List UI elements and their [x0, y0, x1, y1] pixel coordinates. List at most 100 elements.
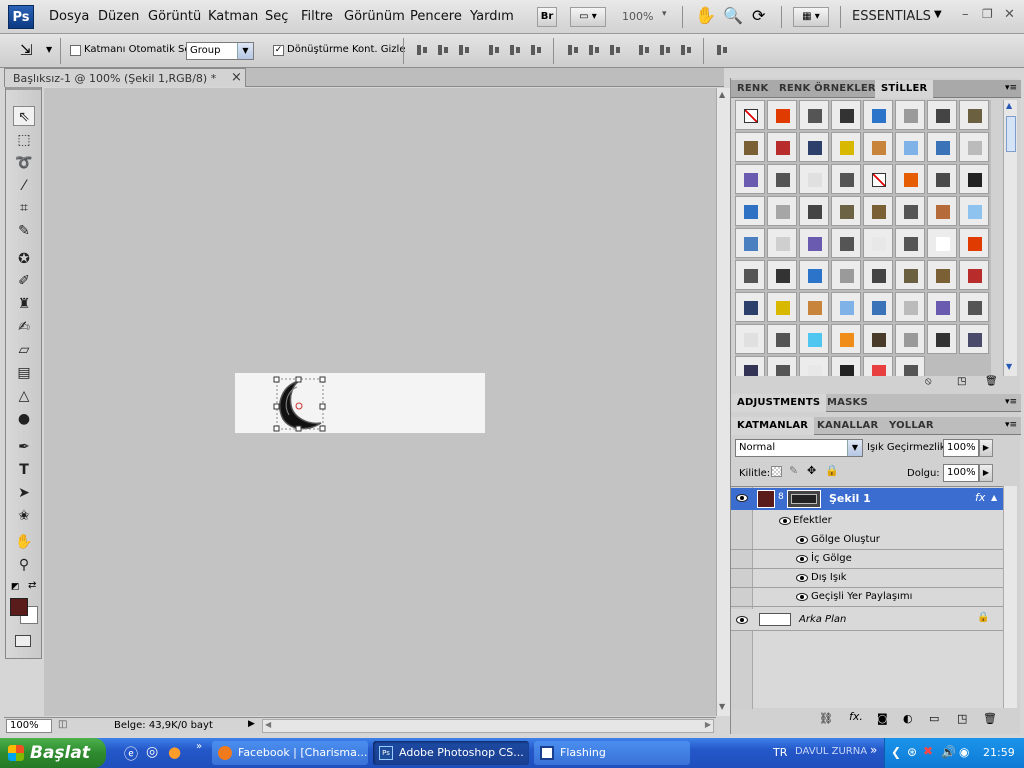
- lock-pixels-icon[interactable]: ✎: [789, 464, 798, 477]
- style-swatch[interactable]: [863, 132, 893, 162]
- style-swatch[interactable]: [927, 228, 957, 258]
- add-mask-icon[interactable]: ◙: [877, 712, 888, 725]
- style-swatch[interactable]: [895, 228, 925, 258]
- rotate-view-icon[interactable]: ⟳: [752, 6, 765, 25]
- clear-style-icon[interactable]: ⦸: [925, 376, 932, 387]
- document-canvas[interactable]: [235, 373, 485, 433]
- style-swatch[interactable]: [735, 292, 765, 322]
- menu-yardim[interactable]: Yardım: [470, 9, 514, 24]
- zoom-tool-icon[interactable]: 🔍: [723, 6, 743, 25]
- menu-filtre[interactable]: Filtre: [301, 9, 333, 24]
- status-menu-arrow-icon[interactable]: ▶: [248, 719, 255, 729]
- blur-tool-icon[interactable]: △: [13, 386, 35, 406]
- taskbar-item-facebook[interactable]: Facebook | [Charisma...: [212, 741, 368, 765]
- style-swatch[interactable]: [959, 260, 989, 290]
- document-tab[interactable]: Başlıksız-1 @ 100% (Şekil 1,RGB/8) * ×: [4, 68, 246, 87]
- style-swatch[interactable]: [863, 196, 893, 226]
- style-swatch[interactable]: [799, 132, 829, 162]
- style-swatch[interactable]: [959, 196, 989, 226]
- style-swatch[interactable]: [863, 260, 893, 290]
- scroll-thumb[interactable]: [1006, 116, 1016, 152]
- foreground-color-swatch[interactable]: [10, 598, 28, 616]
- default-colors-icon[interactable]: ◩: [11, 582, 20, 592]
- scroll-down-icon[interactable]: ▼: [719, 702, 725, 711]
- distribute-bottom-icon[interactable]: [608, 43, 622, 57]
- style-swatch[interactable]: [895, 100, 925, 130]
- lock-all-icon[interactable]: 🔒: [825, 464, 839, 477]
- language-indicator[interactable]: TR: [773, 746, 787, 759]
- tab-kanallar[interactable]: KANALLAR: [811, 417, 884, 435]
- style-swatch[interactable]: [767, 324, 797, 354]
- style-swatch[interactable]: [799, 100, 829, 130]
- auto-select-checkbox[interactable]: [70, 45, 81, 56]
- eye-icon[interactable]: [796, 555, 808, 563]
- menu-katman[interactable]: Katman: [208, 9, 258, 24]
- delete-style-icon[interactable]: 🗑: [985, 376, 998, 387]
- style-swatch[interactable]: [959, 164, 989, 194]
- restore-button[interactable]: ❐: [982, 7, 993, 21]
- opacity-input[interactable]: 100%: [943, 439, 979, 457]
- style-swatch[interactable]: [767, 132, 797, 162]
- style-swatch[interactable]: [799, 260, 829, 290]
- style-swatch[interactable]: [831, 196, 861, 226]
- style-swatch[interactable]: [767, 228, 797, 258]
- browser-quicklaunch-icon[interactable]: ◎: [146, 744, 158, 760]
- style-swatch[interactable]: [959, 228, 989, 258]
- volume-icon[interactable]: 🔊: [941, 745, 956, 759]
- style-swatch[interactable]: [927, 196, 957, 226]
- style-swatch[interactable]: [735, 196, 765, 226]
- new-group-icon[interactable]: ▭: [929, 712, 939, 725]
- layer-row-sekil-1[interactable]: 8 Şekil 1 fx ▲: [731, 488, 1003, 510]
- distribute-vcenter-icon[interactable]: [587, 43, 601, 57]
- new-layer-icon[interactable]: ◳: [957, 712, 967, 725]
- zoom-dropdown-icon[interactable]: ▾: [662, 9, 667, 19]
- style-swatch[interactable]: [895, 132, 925, 162]
- style-swatch[interactable]: [895, 324, 925, 354]
- style-swatch[interactable]: [863, 324, 893, 354]
- link-icon[interactable]: 8: [778, 492, 784, 502]
- fill-input[interactable]: 100%: [943, 464, 979, 482]
- style-swatch[interactable]: [959, 324, 989, 354]
- tray-app-icon[interactable]: ◉: [959, 745, 969, 759]
- style-swatch[interactable]: [735, 356, 765, 376]
- style-swatch[interactable]: [927, 292, 957, 322]
- close-button[interactable]: ✕: [1004, 7, 1015, 22]
- style-swatch[interactable]: [799, 292, 829, 322]
- path-selection-tool-icon[interactable]: ➤: [13, 483, 35, 503]
- style-swatch[interactable]: [735, 164, 765, 194]
- status-options-icon[interactable]: ◫: [58, 719, 67, 730]
- taskbar-toolbar-text[interactable]: DAVUL ZURNA: [795, 746, 867, 757]
- style-swatch[interactable]: [927, 260, 957, 290]
- tab-yollar[interactable]: YOLLAR: [883, 417, 940, 435]
- style-swatch[interactable]: [895, 292, 925, 322]
- style-swatch[interactable]: [959, 132, 989, 162]
- style-swatch[interactable]: [799, 228, 829, 258]
- eye-icon[interactable]: [736, 494, 748, 502]
- align-hcenter-icon[interactable]: [508, 43, 522, 57]
- style-swatch[interactable]: [927, 132, 957, 162]
- opacity-slider-arrow-icon[interactable]: ▶: [979, 439, 993, 457]
- style-swatch[interactable]: [959, 292, 989, 322]
- effects-group-row[interactable]: Efektler: [731, 512, 1003, 531]
- style-swatch[interactable]: [895, 356, 925, 376]
- style-swatch[interactable]: [831, 260, 861, 290]
- style-swatch[interactable]: [863, 292, 893, 322]
- panel-menu-icon[interactable]: ▾≡: [1005, 83, 1017, 93]
- menu-dosya[interactable]: Dosya: [49, 9, 89, 24]
- style-swatch[interactable]: [831, 228, 861, 258]
- style-swatch[interactable]: [735, 228, 765, 258]
- style-swatch[interactable]: [767, 164, 797, 194]
- blend-mode-select[interactable]: Normal ▼: [735, 439, 863, 457]
- align-bottom-icon[interactable]: [457, 43, 471, 57]
- tool-preset-dropdown-icon[interactable]: ▼: [46, 45, 52, 54]
- style-swatch[interactable]: [927, 164, 957, 194]
- bridge-button[interactable]: Br: [537, 7, 557, 27]
- style-swatch[interactable]: [767, 100, 797, 130]
- arrange-documents-button[interactable]: ▦ ▾: [793, 7, 829, 27]
- align-vcenter-icon[interactable]: [436, 43, 450, 57]
- distribute-right-icon[interactable]: [679, 43, 693, 57]
- panel-menu-icon[interactable]: ▾≡: [1005, 420, 1017, 430]
- delete-layer-icon[interactable]: 🗑: [983, 712, 997, 725]
- move-tool-icon[interactable]: ⇖: [13, 106, 35, 126]
- style-swatch[interactable]: [927, 100, 957, 130]
